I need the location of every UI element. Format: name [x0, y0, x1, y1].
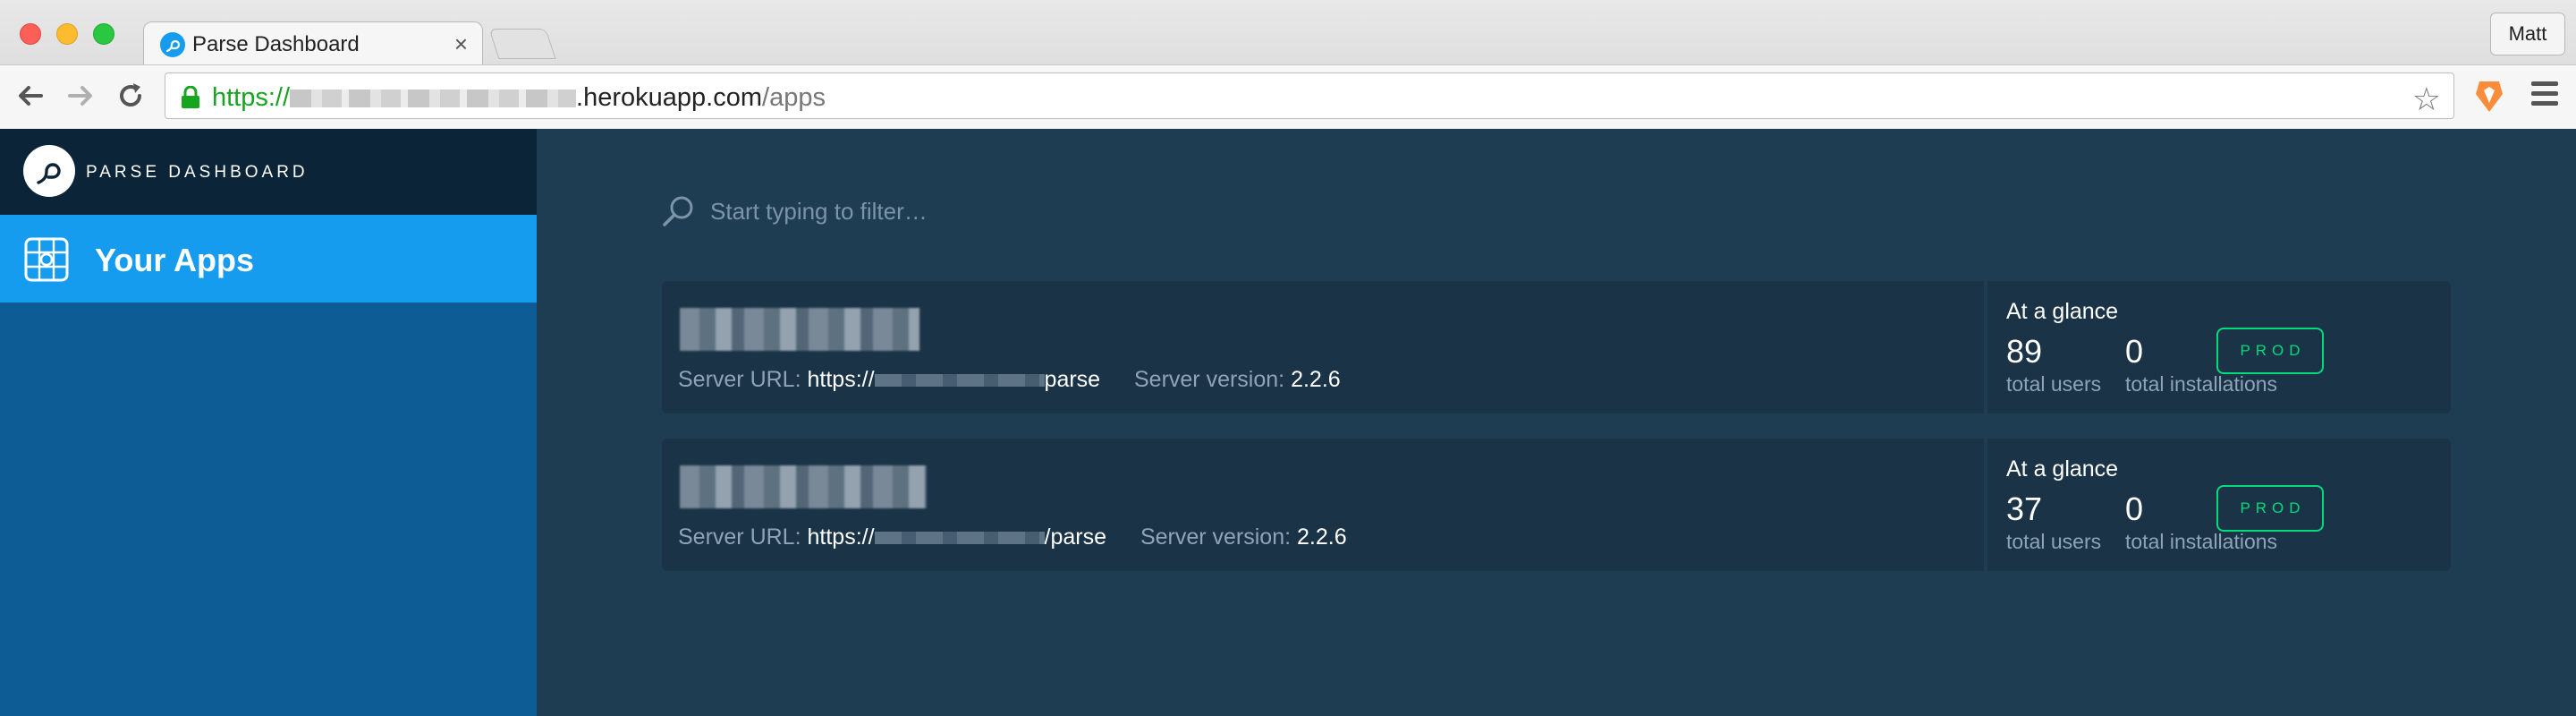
browser-chrome: Parse Dashboard × Matt https:// .herokuap…	[0, 0, 2576, 128]
sidebar-item-your-apps[interactable]: Your Apps	[0, 215, 537, 303]
apps-grid-icon	[23, 236, 70, 287]
server-version-label: Server version:	[1140, 524, 1292, 550]
window-minimize-button[interactable]	[56, 23, 78, 45]
server-version-label: Server version:	[1134, 367, 1285, 392]
installations-label: total installations	[2125, 530, 2278, 553]
users-label: total users	[2006, 372, 2102, 396]
profile-button[interactable]: Matt	[2490, 13, 2565, 55]
tab-strip: Parse Dashboard × Matt	[0, 0, 2576, 66]
back-arrow-icon[interactable]	[13, 78, 48, 114]
sidebar-item-label: Your Apps	[95, 242, 254, 278]
forward-arrow-icon[interactable]	[63, 78, 98, 114]
reload-icon[interactable]	[113, 78, 148, 114]
browser-toolbar: https:// .herokuapp.com/apps ☆	[0, 64, 2576, 128]
window-close-button[interactable]	[20, 23, 41, 45]
prod-badge: PROD	[2216, 485, 2324, 532]
server-url-label: Server URL:	[678, 367, 801, 392]
parse-logo-icon	[23, 145, 75, 197]
prod-badge: PROD	[2216, 328, 2324, 374]
server-url-prefix: https://	[807, 524, 875, 550]
dashboard: PARSE DASHBOARD Your Apps Server URL:	[0, 129, 2576, 716]
users-count: 37	[2006, 490, 2043, 527]
address-url: https:// .herokuapp.com/apps	[212, 83, 826, 113]
server-version-value: 2.2.6	[1291, 367, 1341, 392]
search-icon	[660, 193, 696, 234]
parse-favicon-icon	[160, 32, 185, 57]
app-name-redacted	[680, 465, 927, 508]
bookmark-star-icon[interactable]: ☆	[2412, 81, 2441, 118]
browser-tab[interactable]: Parse Dashboard ×	[143, 21, 483, 66]
users-stat: 37 total users	[2006, 490, 2101, 554]
app-card[interactable]: Server URL: https:// parse Server version…	[662, 281, 2451, 413]
browser-menu-icon[interactable]	[2531, 81, 2558, 111]
tab-title: Parse Dashboard	[192, 32, 360, 56]
server-url-prefix: https://	[807, 367, 875, 392]
server-url-redacted	[874, 532, 1045, 545]
glance-title: At a glance	[2006, 299, 2119, 324]
url-host: .herokuapp.com	[576, 83, 763, 112]
sidebar-brand[interactable]: PARSE DASHBOARD	[0, 129, 537, 215]
app-card-info[interactable]: Server URL: https:// /parse Server versio…	[662, 439, 1984, 571]
app-card[interactable]: Server URL: https:// /parse Server versio…	[662, 439, 2451, 571]
url-scheme: https://	[212, 83, 291, 112]
server-version-value: 2.2.6	[1297, 524, 1347, 550]
tab-close-icon[interactable]: ×	[454, 30, 468, 58]
glance-title: At a glance	[2006, 456, 2119, 482]
app-card-info[interactable]: Server URL: https:// parse Server version…	[662, 281, 1984, 413]
server-url-redacted	[874, 374, 1045, 388]
lock-icon	[180, 85, 201, 114]
address-bar[interactable]: https:// .herokuapp.com/apps ☆	[165, 72, 2454, 119]
app-name-redacted	[680, 308, 919, 351]
card-divider	[1984, 281, 1987, 413]
server-url-suffix: /parse	[1044, 524, 1107, 550]
new-tab-button[interactable]	[488, 29, 556, 59]
apps-content: Server URL: https:// parse Server version…	[537, 129, 2576, 716]
card-divider	[1984, 439, 1987, 571]
users-label: total users	[2006, 530, 2102, 553]
app-server-info: Server URL: https:// parse Server version…	[678, 367, 1341, 393]
installations-label: total installations	[2125, 372, 2278, 396]
extension-icon[interactable]	[2474, 78, 2504, 114]
server-url-suffix: parse	[1044, 367, 1101, 392]
sidebar: PARSE DASHBOARD Your Apps	[0, 129, 537, 716]
brand-title: PARSE DASHBOARD	[86, 163, 309, 182]
window-maximize-button[interactable]	[93, 23, 114, 45]
filter-input[interactable]	[710, 195, 1247, 227]
url-redacted	[290, 90, 577, 108]
url-path: /apps	[762, 83, 826, 112]
users-count: 89	[2006, 333, 2043, 370]
server-url-label: Server URL:	[678, 524, 801, 550]
users-stat: 89 total users	[2006, 333, 2101, 396]
app-server-info: Server URL: https:// /parse Server versio…	[678, 524, 1347, 550]
